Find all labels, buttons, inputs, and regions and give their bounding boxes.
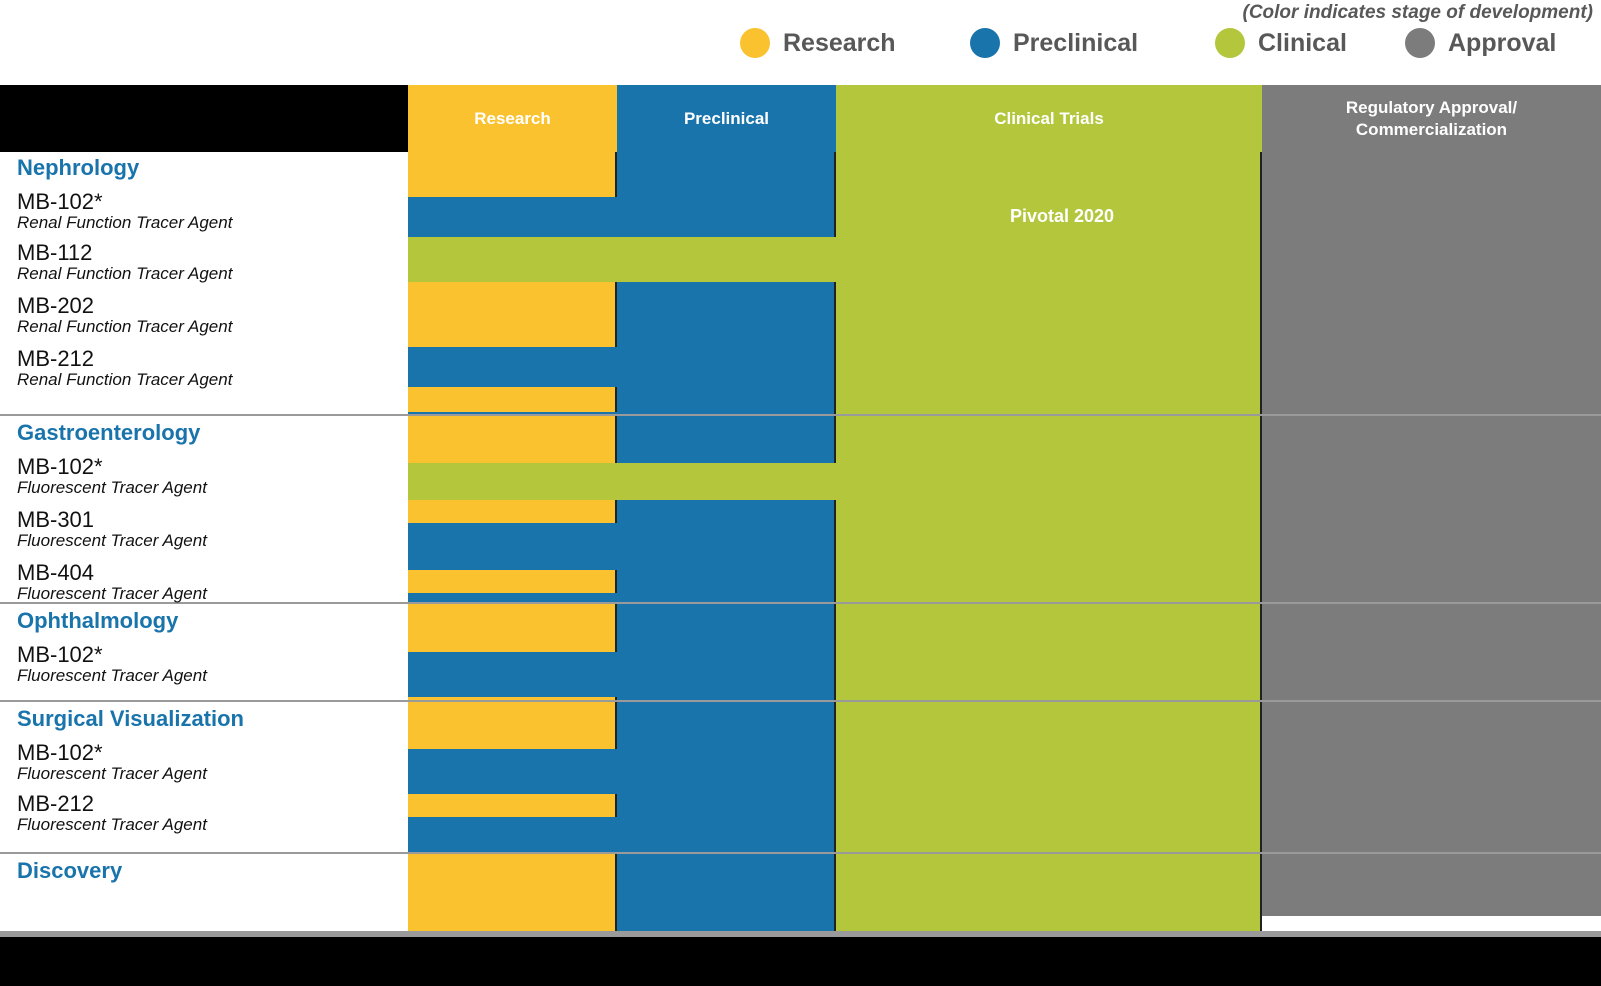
legend-item-preclinical: Preclinical [970, 28, 1138, 58]
program-name: MB-212 [17, 791, 95, 816]
stage-band [617, 416, 836, 463]
annotation-pivotal-2020: Pivotal 2020 [1010, 206, 1115, 226]
pipeline-bar-preclinical[interactable] [408, 347, 836, 387]
pipeline-bar-research[interactable] [408, 604, 617, 652]
pipeline-bar-research[interactable] [408, 854, 617, 931]
legend-label-preclinical: Preclinical [1013, 28, 1139, 57]
pipeline-chart: (Color indicates stage of development) R… [0, 0, 1601, 986]
legend-label-approval: Approval [1448, 28, 1557, 57]
legend-dot-approval-icon [1405, 28, 1435, 58]
legend-dot-research-icon [740, 28, 770, 58]
header-preclinical: Preclinical [617, 85, 836, 152]
pipeline-bar-research[interactable] [408, 500, 617, 523]
legend-dot-clinical-icon [1215, 28, 1245, 58]
program-description: Fluorescent Tracer Agent [17, 666, 207, 685]
program-name: MB-212 [17, 346, 95, 371]
legend-label-research: Research [783, 28, 896, 57]
header-approval-line2: Commercialization [1355, 119, 1508, 139]
section-title-surgical-visualization: Surgical Visualization [17, 706, 244, 731]
section-title-ophthalmology: Ophthalmology [17, 608, 179, 633]
program-description: Fluorescent Tracer Agent [17, 815, 207, 834]
header-clinical: Clinical Trials [836, 85, 1262, 152]
stage-band [617, 854, 836, 931]
chart-body: Research Preclinical Clinical Trials Reg… [0, 85, 1601, 986]
pipeline-bar-preclinical[interactable] [408, 523, 836, 570]
pipeline-bar-preclinical[interactable] [408, 749, 836, 794]
header-blank [0, 85, 408, 152]
footer-black-band [0, 937, 1601, 986]
legend-label-clinical: Clinical [1258, 28, 1347, 57]
pipeline-bar-research[interactable] [408, 794, 617, 817]
program-name: MB-404 [17, 560, 95, 585]
program-name: MB-102* [17, 189, 103, 214]
legend-item-research: Research [740, 28, 896, 58]
column-approval-backdrop [1262, 152, 1601, 916]
pipeline-bar-preclinical[interactable] [408, 652, 836, 697]
program-name: MB-112 [17, 240, 93, 265]
program-description: Fluorescent Tracer Agent [17, 478, 207, 497]
pipeline-bar-research[interactable] [408, 152, 617, 197]
stage-band [836, 854, 1262, 931]
pipeline-bar-research[interactable] [408, 570, 617, 593]
legend-item-clinical: Clinical [1215, 28, 1347, 58]
program-name: MB-102* [17, 642, 103, 667]
program-name: MB-102* [17, 740, 103, 765]
program-name: MB-202 [17, 293, 95, 318]
header-research: Research [408, 85, 617, 152]
program-description: Fluorescent Tracer Agent [17, 584, 207, 603]
header-approval: Regulatory Approval/ Commercialization [1262, 85, 1601, 152]
program-name: MB-102* [17, 454, 103, 479]
section-title-discovery: Discovery [17, 858, 123, 883]
program-description: Fluorescent Tracer Agent [17, 764, 207, 783]
program-description: Renal Function Tracer Agent [17, 213, 233, 232]
program-description: Renal Function Tracer Agent [17, 264, 233, 283]
pipeline-bar-research[interactable] [408, 702, 617, 749]
pipeline-bar-research[interactable] [408, 416, 617, 463]
program-description: Fluorescent Tracer Agent [17, 531, 207, 550]
section-title-nephrology: Nephrology [17, 155, 140, 180]
pipeline-bar-preclinical[interactable] [408, 197, 836, 237]
pipeline-bar-clinical[interactable] [408, 463, 1262, 500]
legend-item-approval: Approval [1405, 28, 1556, 58]
program-description: Renal Function Tracer Agent [17, 370, 233, 389]
pipeline-bar-research[interactable] [408, 282, 617, 347]
pipeline-bar-clinical[interactable] [408, 237, 1262, 282]
pipeline-bar-research[interactable] [408, 387, 617, 412]
program-description: Renal Function Tracer Agent [17, 317, 233, 336]
section-title-gastroenterology: Gastroenterology [17, 420, 201, 445]
header-approval-line1: Regulatory Approval/ [1345, 98, 1518, 118]
legend-dot-preclinical-icon [970, 28, 1000, 58]
legend: (Color indicates stage of development) R… [0, 0, 1601, 85]
program-name: MB-301 [17, 507, 95, 532]
legend-note: (Color indicates stage of development) [1242, 2, 1594, 23]
